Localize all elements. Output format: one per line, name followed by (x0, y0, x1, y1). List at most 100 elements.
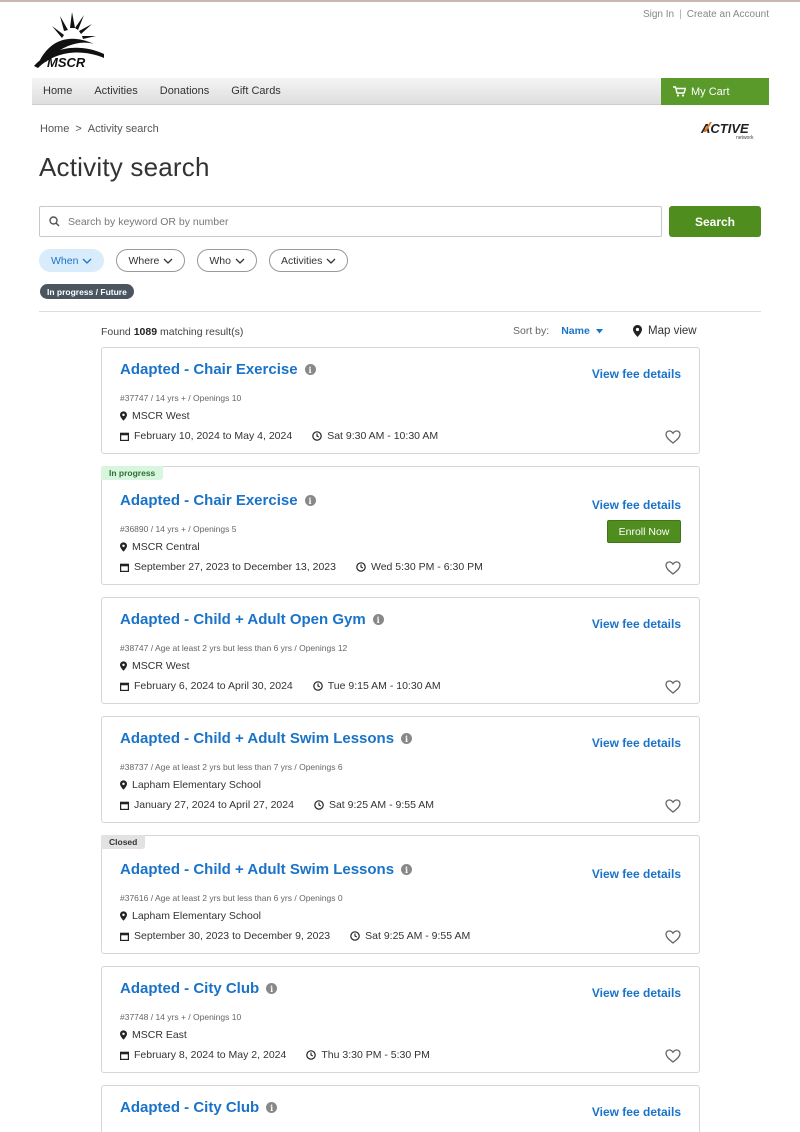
clock-icon (356, 562, 366, 572)
activity-time: Sat 9:25 AM - 9:55 AM (314, 799, 434, 811)
active-network-logo: ACTIVE network (700, 121, 754, 140)
activity-card: Adapted - City Club i View fee details #3… (101, 966, 700, 1073)
activity-meta: #38747 / Age at least 2 yrs but less tha… (120, 643, 348, 653)
activity-schedule: February 10, 2024 to May 4, 2024 Sat 9:3… (120, 430, 438, 442)
favorite-heart-icon[interactable] (665, 799, 681, 813)
date-range: September 27, 2023 to December 13, 2023 (134, 561, 336, 573)
results-suffix: matching result(s) (159, 326, 244, 338)
activity-location: MSCR West (120, 410, 190, 422)
activity-title-link[interactable]: Adapted - City Club i (120, 980, 278, 997)
search-button[interactable]: Search (669, 206, 761, 237)
filter-who-label: Who (209, 254, 231, 267)
info-icon[interactable]: i (304, 495, 316, 506)
activity-location: MSCR Central (120, 541, 200, 553)
sort-dropdown[interactable]: Name (561, 325, 603, 337)
activity-title: Adapted - Chair Exercise (120, 492, 298, 509)
favorite-heart-icon[interactable] (665, 561, 681, 575)
main-nav: Home Activities Donations Gift Cards My … (32, 78, 769, 105)
status-badge: In progress (101, 466, 164, 480)
favorite-heart-icon[interactable] (665, 930, 681, 944)
info-icon[interactable]: i (266, 983, 278, 994)
sort-control: Sort by: Name (513, 325, 603, 337)
map-pin-icon (120, 542, 127, 552)
favorite-heart-icon[interactable] (665, 1049, 681, 1063)
activity-title: Adapted - Child + Adult Open Gym (120, 611, 366, 628)
nav-gift-cards[interactable]: Gift Cards (220, 78, 292, 105)
calendar-icon (120, 932, 129, 941)
activity-meta: #38737 / Age at least 2 yrs but less tha… (120, 762, 343, 772)
activity-meta: #37616 / Age at least 2 yrs but less tha… (120, 893, 343, 903)
activity-title-link[interactable]: Adapted - Child + Adult Open Gym i (120, 611, 384, 628)
mscr-logo[interactable]: MSCR (32, 8, 106, 70)
view-fee-details-link[interactable]: View fee details (592, 1105, 681, 1119)
activity-time: Tue 9:15 AM - 10:30 AM (312, 680, 441, 692)
clock-icon (350, 931, 360, 941)
favorite-heart-icon[interactable] (665, 430, 681, 444)
activity-location: Lapham Elementary School (120, 910, 261, 922)
view-fee-details-link[interactable]: View fee details (592, 736, 681, 750)
activity-title-link[interactable]: Adapted - Child + Adult Swim Lessons i (120, 861, 413, 878)
search-field[interactable] (39, 206, 662, 237)
nav-home[interactable]: Home (32, 78, 83, 105)
search-icon (49, 216, 60, 227)
breadcrumb: Home > Activity search (40, 123, 159, 135)
activity-title-link[interactable]: Adapted - City Club i (120, 1099, 278, 1116)
breadcrumb-current: Activity search (87, 123, 159, 135)
info-icon[interactable]: i (401, 864, 413, 875)
activity-card: Adapted - Chair Exercise i View fee deta… (101, 347, 700, 454)
view-fee-details-link[interactable]: View fee details (592, 498, 681, 512)
create-account-link[interactable]: Create an Account (687, 9, 769, 20)
activity-title-link[interactable]: Adapted - Child + Adult Swim Lessons i (120, 730, 413, 747)
search-input[interactable] (68, 215, 628, 228)
map-pin-icon (120, 1030, 127, 1040)
activity-title: Adapted - Child + Adult Swim Lessons (120, 730, 395, 747)
my-cart-button[interactable]: My Cart (661, 78, 769, 105)
view-fee-details-link[interactable]: View fee details (592, 367, 681, 381)
date-range: January 27, 2024 to April 27, 2024 (134, 799, 294, 811)
view-fee-details-link[interactable]: View fee details (592, 617, 681, 631)
activity-title-link[interactable]: Adapted - Chair Exercise i (120, 361, 316, 378)
location-text: MSCR East (132, 1029, 187, 1041)
map-pin-icon (633, 325, 642, 337)
activity-time: Sat 9:25 AM - 9:55 AM (350, 930, 470, 942)
sort-value: Name (561, 325, 590, 337)
activity-card: Adapted - City Club i View fee details (101, 1085, 700, 1132)
active-filter-tag[interactable]: In progress / Future (40, 284, 134, 299)
filter-when[interactable]: When (39, 249, 105, 272)
filter-where[interactable]: Where (116, 249, 186, 272)
info-icon[interactable]: i (401, 733, 413, 744)
breadcrumb-home[interactable]: Home (40, 123, 69, 135)
caret-down-icon (595, 328, 603, 333)
results-number: 1089 (133, 326, 158, 338)
activity-location: MSCR West (120, 660, 190, 672)
breadcrumb-separator: > (75, 123, 82, 135)
activity-schedule: February 6, 2024 to April 30, 2024 Tue 9… (120, 680, 441, 692)
activity-title-link[interactable]: Adapted - Chair Exercise i (120, 492, 316, 509)
info-icon[interactable]: i (372, 614, 384, 625)
sign-in-link[interactable]: Sign In (643, 9, 674, 20)
nav-activities[interactable]: Activities (83, 78, 148, 105)
nav-donations[interactable]: Donations (149, 78, 221, 105)
results-prefix: Found (101, 326, 131, 338)
info-icon[interactable]: i (304, 364, 316, 375)
activity-schedule: February 8, 2024 to May 2, 2024 Thu 3:30… (120, 1049, 430, 1061)
filter-activities-label: Activities (280, 254, 323, 267)
divider (39, 311, 761, 312)
results-count: Found 1089 matching result(s) (101, 326, 243, 338)
info-icon[interactable]: i (266, 1102, 278, 1113)
view-fee-details-link[interactable]: View fee details (592, 986, 681, 1000)
view-fee-details-link[interactable]: View fee details (592, 867, 681, 881)
calendar-icon (120, 1051, 129, 1060)
filter-who[interactable]: Who (197, 249, 257, 272)
map-pin-icon (120, 780, 127, 790)
site-header: MSCR Sign In | Create an Account (0, 2, 800, 78)
activity-time: Sat 9:30 AM - 10:30 AM (312, 430, 438, 442)
enroll-now-button[interactable]: Enroll Now (607, 520, 681, 543)
map-pin-icon (120, 411, 127, 421)
map-view-link[interactable]: Map view (633, 325, 697, 337)
filter-activities[interactable]: Activities (268, 249, 349, 272)
filter-when-label: When (51, 254, 79, 267)
location-text: MSCR West (132, 660, 190, 672)
favorite-heart-icon[interactable] (665, 680, 681, 694)
activity-schedule: January 27, 2024 to April 27, 2024 Sat 9… (120, 799, 434, 811)
